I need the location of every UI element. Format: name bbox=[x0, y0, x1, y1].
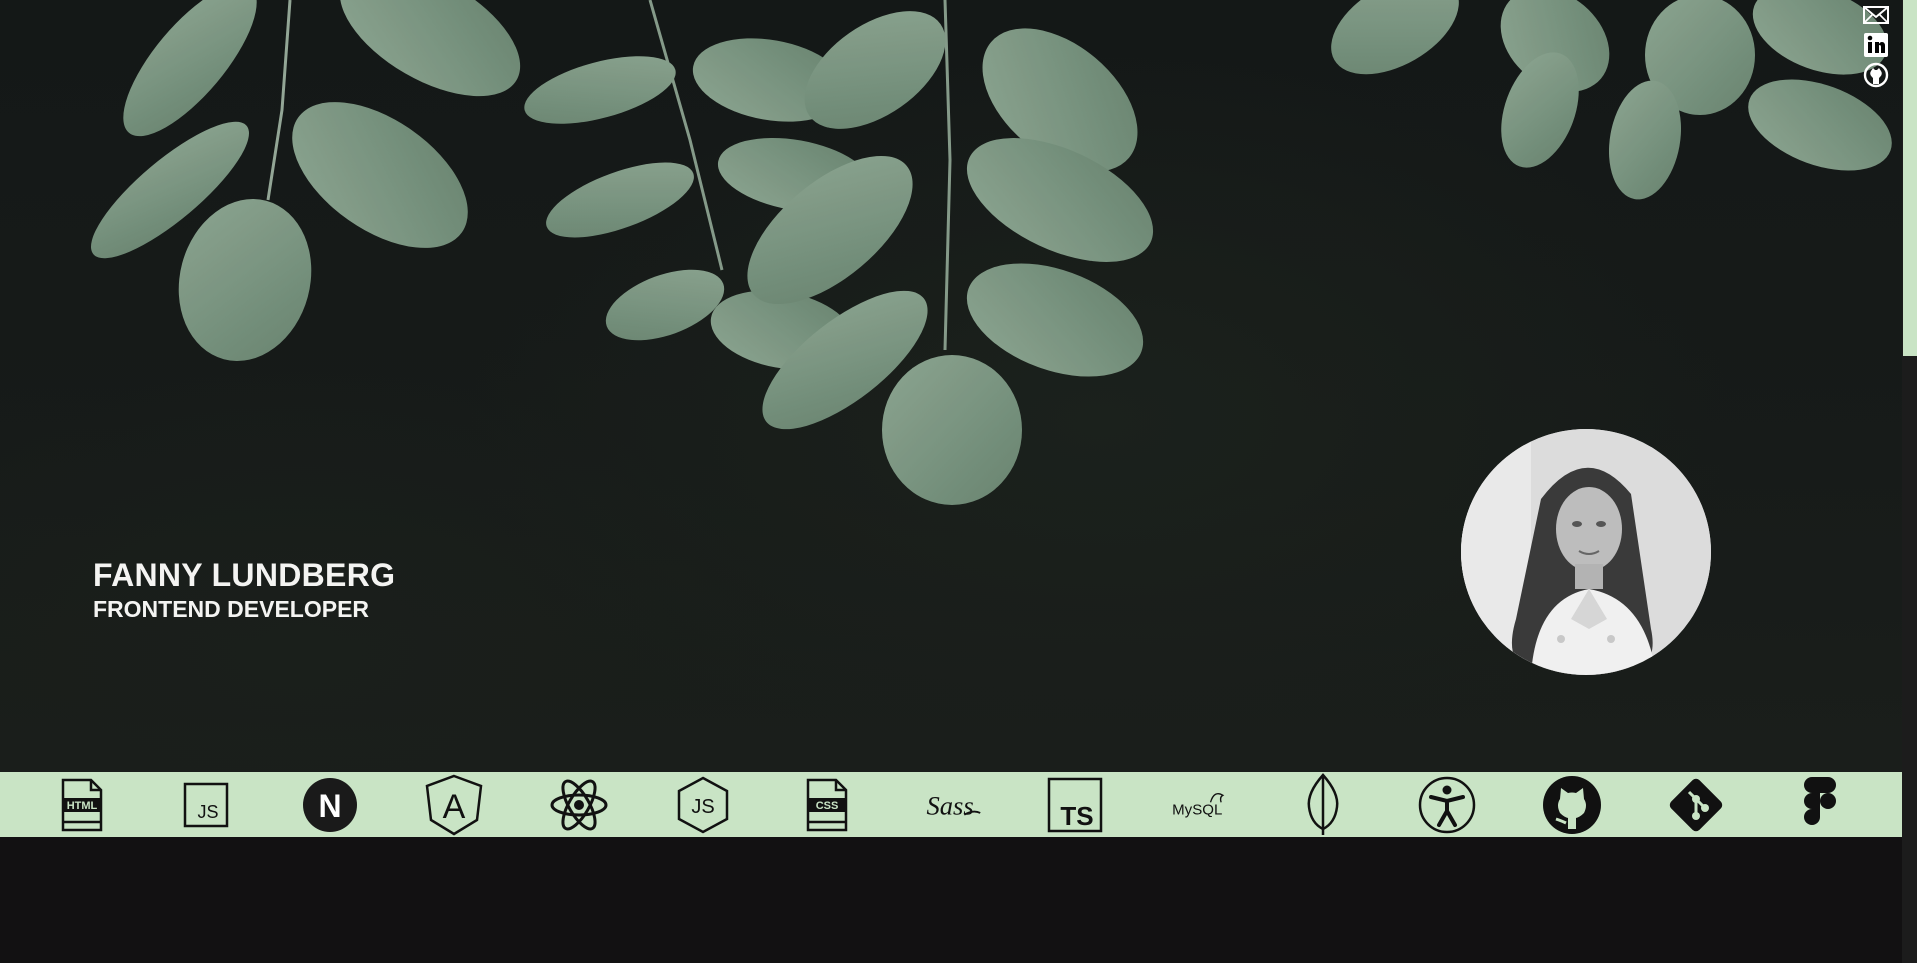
git-icon bbox=[1665, 774, 1727, 836]
linkedin-icon[interactable] bbox=[1863, 32, 1889, 58]
profile-heading: FANNY LUNDBERG FRONTEND DEVELOPER bbox=[93, 556, 395, 624]
profile-role: FRONTEND DEVELOPER bbox=[93, 596, 370, 622]
html-file-icon: HTML bbox=[51, 774, 113, 836]
sass-icon: Sass bbox=[920, 774, 982, 836]
js-square-icon: JS bbox=[175, 774, 237, 836]
tech-stack-strip: HTML JS N A JS CSS Sass TS MySQL bbox=[0, 772, 1902, 837]
figma-icon bbox=[1789, 774, 1851, 836]
svg-text:JS: JS bbox=[691, 796, 714, 818]
svg-text:TS: TS bbox=[1060, 801, 1093, 831]
nodejs-icon: JS bbox=[672, 774, 734, 836]
hero-section: FANNY LUNDBERG FRONTEND DEVELOPER bbox=[0, 0, 1902, 772]
svg-text:Sass: Sass bbox=[926, 790, 973, 820]
svg-text:HTML: HTML bbox=[67, 800, 98, 812]
svg-text:CSS: CSS bbox=[816, 800, 839, 812]
css-file-icon: CSS bbox=[796, 774, 858, 836]
typescript-icon: TS bbox=[1044, 774, 1106, 836]
github-icon[interactable] bbox=[1863, 62, 1889, 88]
scrollbar-thumb[interactable] bbox=[1903, 0, 1917, 356]
svg-text:JS: JS bbox=[198, 802, 219, 822]
profile-avatar bbox=[1461, 429, 1711, 675]
nextjs-icon: N bbox=[299, 774, 361, 836]
svg-text:MySQL: MySQL bbox=[1172, 801, 1222, 818]
profile-name: FANNY LUNDBERG bbox=[93, 557, 396, 593]
mongodb-leaf-icon bbox=[1292, 772, 1354, 836]
svg-text:A: A bbox=[443, 788, 466, 826]
mysql-icon: MySQL bbox=[1168, 774, 1230, 836]
angular-icon: A bbox=[423, 774, 485, 836]
svg-text:N: N bbox=[319, 788, 342, 824]
mail-icon[interactable] bbox=[1863, 2, 1889, 28]
social-links bbox=[1862, 2, 1890, 88]
accessibility-icon bbox=[1416, 774, 1478, 836]
github-octocat-icon bbox=[1541, 774, 1603, 836]
react-icon bbox=[548, 774, 610, 836]
